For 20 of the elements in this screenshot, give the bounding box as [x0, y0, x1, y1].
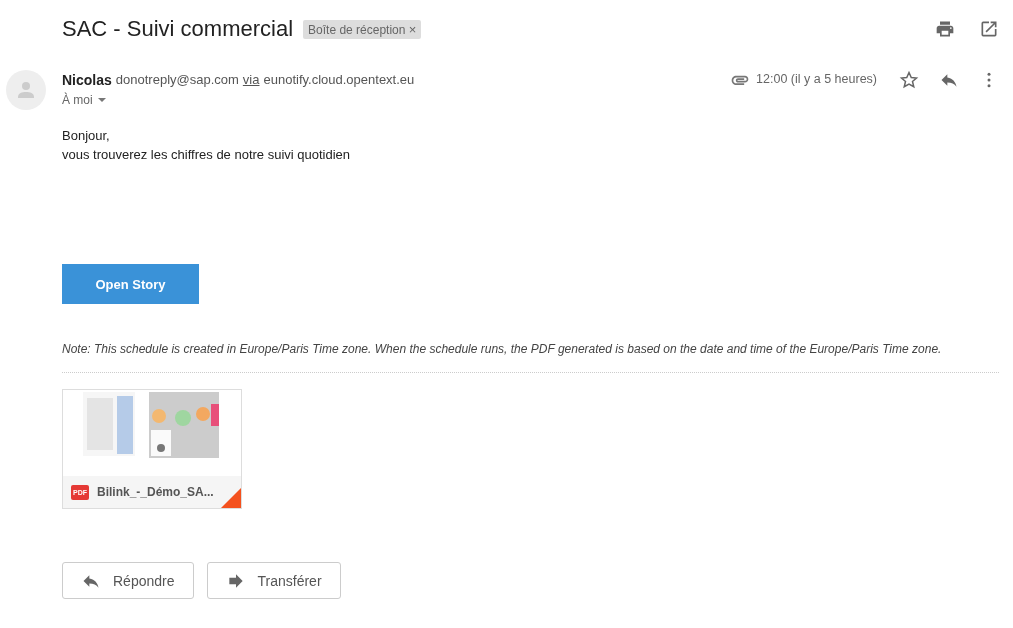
sender-email: donotreply@sap.com [115, 72, 239, 88]
body-text: vous trouverez les chiffres de notre suivi quotidien [62, 147, 352, 162]
sender-name: Nicolas [62, 72, 112, 88]
email-time: 12:00 (il y a 5 heures) [756, 72, 877, 86]
star-icon[interactable] [899, 70, 919, 90]
recipient-dropdown[interactable]: À moi [62, 93, 415, 107]
sender-domain: eunotify.cloud.opentext.eu [263, 72, 415, 88]
email-subject: SAC - Suivi commercial [62, 16, 294, 42]
inbox-label[interactable]: Boîte de réception × [303, 19, 422, 39]
schedule-note: Note: This schedule is created in Europe/Paris Time zone. When the schedule runs, the PDF generated is based on the date and time of the Europe/Paris Time zone. [62, 342, 943, 356]
reply-button[interactable]: Répondre [62, 562, 194, 599]
print-icon[interactable] [935, 19, 955, 39]
new-window-icon[interactable] [979, 19, 999, 39]
attachment-name: Bilink_-_Démo_SA... [97, 485, 214, 499]
avatar [6, 70, 46, 110]
via-link[interactable]: via [242, 72, 260, 88]
caret-icon [97, 98, 106, 102]
corner-fold-icon [221, 488, 241, 508]
forward-button[interactable]: Transférer [206, 562, 341, 599]
body-text: Bonjour, [62, 128, 111, 143]
